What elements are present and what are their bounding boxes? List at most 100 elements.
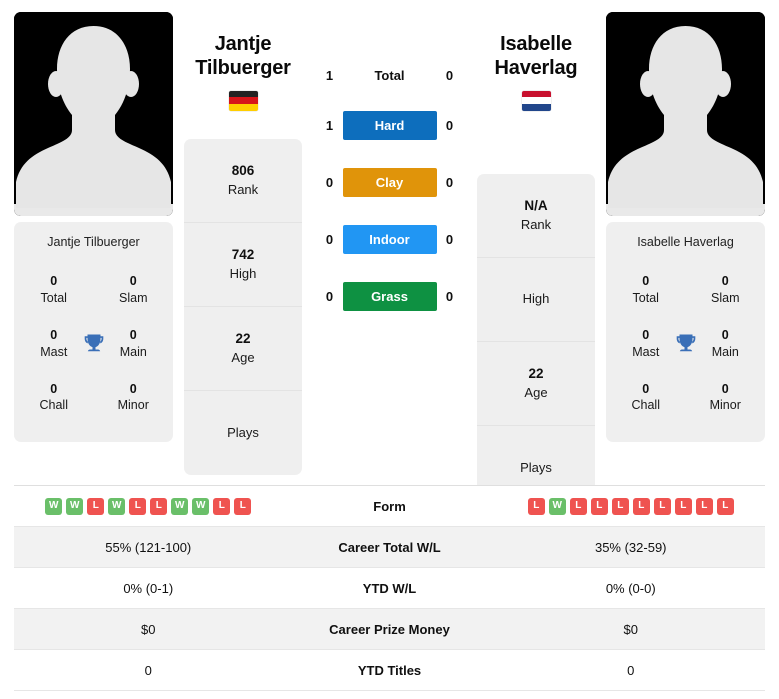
title-stat-total: 0 Total — [606, 267, 686, 321]
right-stat-value: 0 — [627, 662, 635, 678]
form-badge-loss: L — [674, 497, 692, 515]
rank-row-rank: 806 Rank — [184, 139, 302, 223]
stat-label: Slam — [711, 290, 740, 305]
row-label: Career Prize Money — [329, 621, 450, 637]
name-line-2: Haverlag — [494, 57, 578, 80]
left-player-column: Jantje Tilbuerger 0 Total 0 Slam 0 Mast — [14, 12, 173, 443]
comparison-header: Jantje Tilbuerger 0 Total 0 Slam 0 Mast — [0, 0, 779, 510]
h2h-row-grass: 0 Grass 0 — [317, 282, 463, 311]
title-stat-chall: 0 Chall — [606, 375, 686, 429]
h2h-left-count: 0 — [325, 232, 334, 247]
form-badge-loss: L — [590, 497, 608, 515]
row-label-form: Form — [373, 498, 406, 514]
form-badge-win: W — [108, 497, 126, 515]
name-line-1: Jantje — [214, 33, 272, 55]
h2h-left-count: 0 — [325, 289, 334, 304]
title-stat-total: 0 Total — [14, 267, 94, 321]
form-badge-win: W — [548, 497, 566, 515]
title-stat-minor: 0 Minor — [686, 375, 766, 429]
rank-label: Plays — [227, 424, 259, 440]
stat-label: Total — [40, 290, 67, 305]
form-badge-loss: L — [527, 497, 545, 515]
stat-label: Total — [632, 290, 659, 305]
surface-badge-total: Total — [374, 68, 405, 83]
right-player-column: Isabelle Haverlag 0 Total 0 Slam 0 Mast — [606, 12, 765, 443]
right-stat-value: 0% (0-0) — [605, 580, 656, 596]
h2h-right-count: 0 — [445, 118, 454, 133]
row-label: Career Total W/L — [338, 539, 441, 555]
stat-value: 0 — [721, 327, 729, 342]
stat-label: Main — [711, 344, 739, 359]
right-titles-grid: 0 Total 0 Slam 0 Mast 0 Main 0 Chall 0 M… — [606, 267, 765, 428]
h2h-row-clay: 0 Clay 0 — [317, 168, 463, 197]
right-form-badges: LWLLLLLLLL — [497, 497, 766, 515]
surface-badge-hard[interactable]: Hard — [342, 111, 437, 140]
h2h-left-count: 1 — [325, 68, 334, 83]
title-stat-main: 0 Main — [94, 321, 174, 375]
table-row-career-prize-money: $0 Career Prize Money $0 — [14, 609, 765, 650]
form-badge-loss: L — [213, 497, 231, 515]
right-player-rank-card: N/A Rank High 22 Age Plays — [477, 173, 595, 510]
title-stat-mast: 0 Mast — [14, 321, 94, 375]
form-badge-loss: L — [150, 497, 168, 515]
rank-label: Rank — [520, 216, 552, 232]
left-stat-value: 0 — [144, 662, 152, 678]
h2h-row-hard: 1 Hard 0 — [317, 111, 463, 140]
rank-row-plays: Plays — [184, 391, 302, 475]
table-row-career-total-wl: 55% (121-100) Career Total W/L 35% (32-5… — [14, 527, 765, 568]
rank-value: 22 — [528, 365, 544, 381]
row-label: YTD W/L — [362, 580, 417, 596]
title-stat-main: 0 Main — [686, 321, 766, 375]
rank-row-age: 22 Age — [184, 307, 302, 391]
surface-badge-clay[interactable]: Clay — [342, 168, 437, 197]
stat-label: Mast — [40, 344, 68, 359]
left-titles-grid: 0 Total 0 Slam 0 Mast 0 Main 0 Chall 0 M… — [14, 267, 173, 428]
rank-value: 22 — [235, 330, 251, 346]
surface-badge-indoor[interactable]: Indoor — [342, 225, 437, 254]
name-line-1: Isabelle — [500, 33, 572, 55]
form-badge-loss: L — [611, 497, 629, 515]
stat-value: 0 — [50, 327, 58, 342]
table-row-ytd-wl: 0% (0-1) YTD W/L 0% (0-0) — [14, 568, 765, 609]
left-player-name: Jantje Tilbuerger — [195, 32, 291, 81]
form-badge-loss: L — [569, 497, 587, 515]
rank-row-rank: N/A Rank — [477, 174, 595, 258]
stat-value: 0 — [129, 327, 137, 342]
netherlands-flag-icon — [521, 90, 551, 111]
surface-badge-grass[interactable]: Grass — [342, 282, 437, 311]
table-row-ytd-titles: 0 YTD Titles 0 — [14, 650, 765, 691]
rank-value: N/A — [524, 197, 548, 213]
rank-row-age: 22 Age — [477, 342, 595, 426]
form-badge-loss: L — [695, 497, 713, 515]
rank-row-high: High — [477, 258, 595, 342]
title-stat-slam: 0 Slam — [94, 267, 174, 321]
form-badge-win: W — [66, 497, 84, 515]
right-card-player-name: Isabelle Haverlag — [637, 235, 734, 249]
form-badge-win: W — [192, 497, 210, 515]
form-badge-win: W — [45, 497, 63, 515]
stat-value: 0 — [129, 274, 137, 288]
h2h-right-count: 0 — [445, 232, 454, 247]
head-to-head-column: 1 Total 0 1 Hard 0 0 Clay 0 0 Indoor 0 0 — [313, 12, 466, 311]
stat-value: 0 — [50, 381, 58, 396]
stat-value: 0 — [642, 381, 650, 396]
stat-value: 0 — [721, 274, 729, 288]
left-stat-value: 55% (121-100) — [105, 539, 192, 555]
rank-label: Rank — [227, 181, 259, 197]
stat-label: Slam — [119, 290, 148, 305]
left-form-badges: WWLWLLWWLL — [14, 497, 283, 515]
h2h-left-count: 1 — [325, 118, 334, 133]
stat-label: Main — [119, 344, 147, 359]
left-card-player-name: Jantje Tilbuerger — [47, 235, 140, 249]
player-comparison-page: Jantje Tilbuerger 0 Total 0 Slam 0 Mast — [0, 0, 779, 699]
rank-row-high: 742 High — [184, 223, 302, 307]
title-stat-slam: 0 Slam — [686, 267, 766, 321]
h2h-right-count: 0 — [445, 68, 454, 83]
right-player-photo — [606, 12, 765, 216]
form-badge-loss: L — [653, 497, 671, 515]
h2h-left-count: 0 — [325, 175, 334, 190]
player-silhouette-icon — [14, 12, 173, 216]
stat-value: 0 — [50, 274, 58, 288]
rank-label: High — [522, 291, 550, 307]
left-player-rank-card: 806 Rank 742 High 22 Age Plays — [184, 138, 302, 475]
